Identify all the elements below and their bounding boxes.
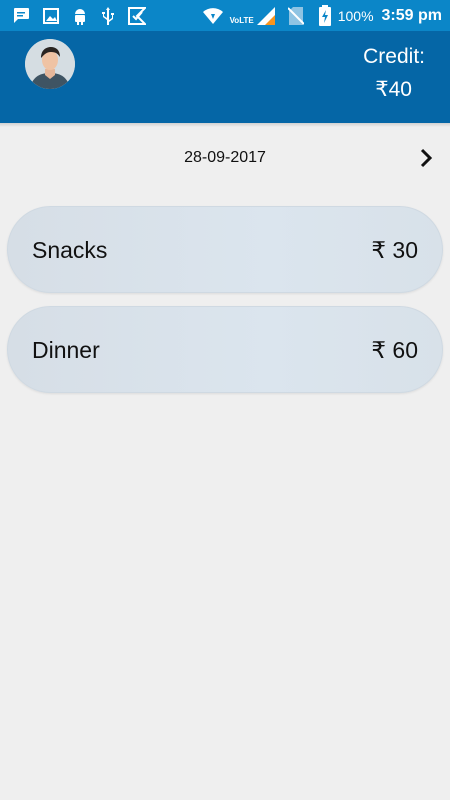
status-bar: VoLTE 100% 3:59 pm bbox=[0, 0, 450, 31]
message-icon bbox=[12, 7, 30, 24]
item-price: ₹ 60 bbox=[371, 337, 418, 363]
date-label: 28-09-2017 bbox=[184, 149, 266, 166]
app-notification-icon bbox=[128, 6, 146, 25]
battery-level: 100% bbox=[337, 7, 374, 24]
status-left-icons bbox=[12, 6, 159, 25]
no-sim-icon bbox=[287, 6, 304, 26]
app-header: Credit: ₹40 bbox=[0, 31, 450, 123]
avatar[interactable] bbox=[25, 39, 75, 89]
credit-value: ₹40 bbox=[375, 78, 412, 101]
battery-charging-icon bbox=[318, 4, 332, 27]
usb-icon bbox=[101, 6, 115, 25]
item-name: Dinner bbox=[32, 337, 100, 363]
status-right-icons: VoLTE 100% 3:59 pm bbox=[194, 4, 442, 27]
clock: 3:59 pm bbox=[381, 6, 442, 24]
volte-label: VoLTE bbox=[229, 16, 254, 25]
wifi-icon bbox=[202, 7, 224, 25]
avatar-icon bbox=[25, 39, 75, 89]
image-icon bbox=[43, 7, 59, 24]
signal-icon bbox=[256, 6, 276, 26]
list-item[interactable]: Snacks ₹ 30 bbox=[7, 206, 443, 293]
item-price: ₹ 30 bbox=[371, 237, 418, 263]
header-divider bbox=[0, 123, 450, 127]
item-name: Snacks bbox=[32, 237, 108, 263]
chevron-right-icon[interactable] bbox=[414, 145, 438, 171]
android-icon bbox=[72, 7, 88, 25]
list-item[interactable]: Dinner ₹ 60 bbox=[7, 306, 443, 393]
credit-label: Credit: bbox=[363, 45, 425, 68]
